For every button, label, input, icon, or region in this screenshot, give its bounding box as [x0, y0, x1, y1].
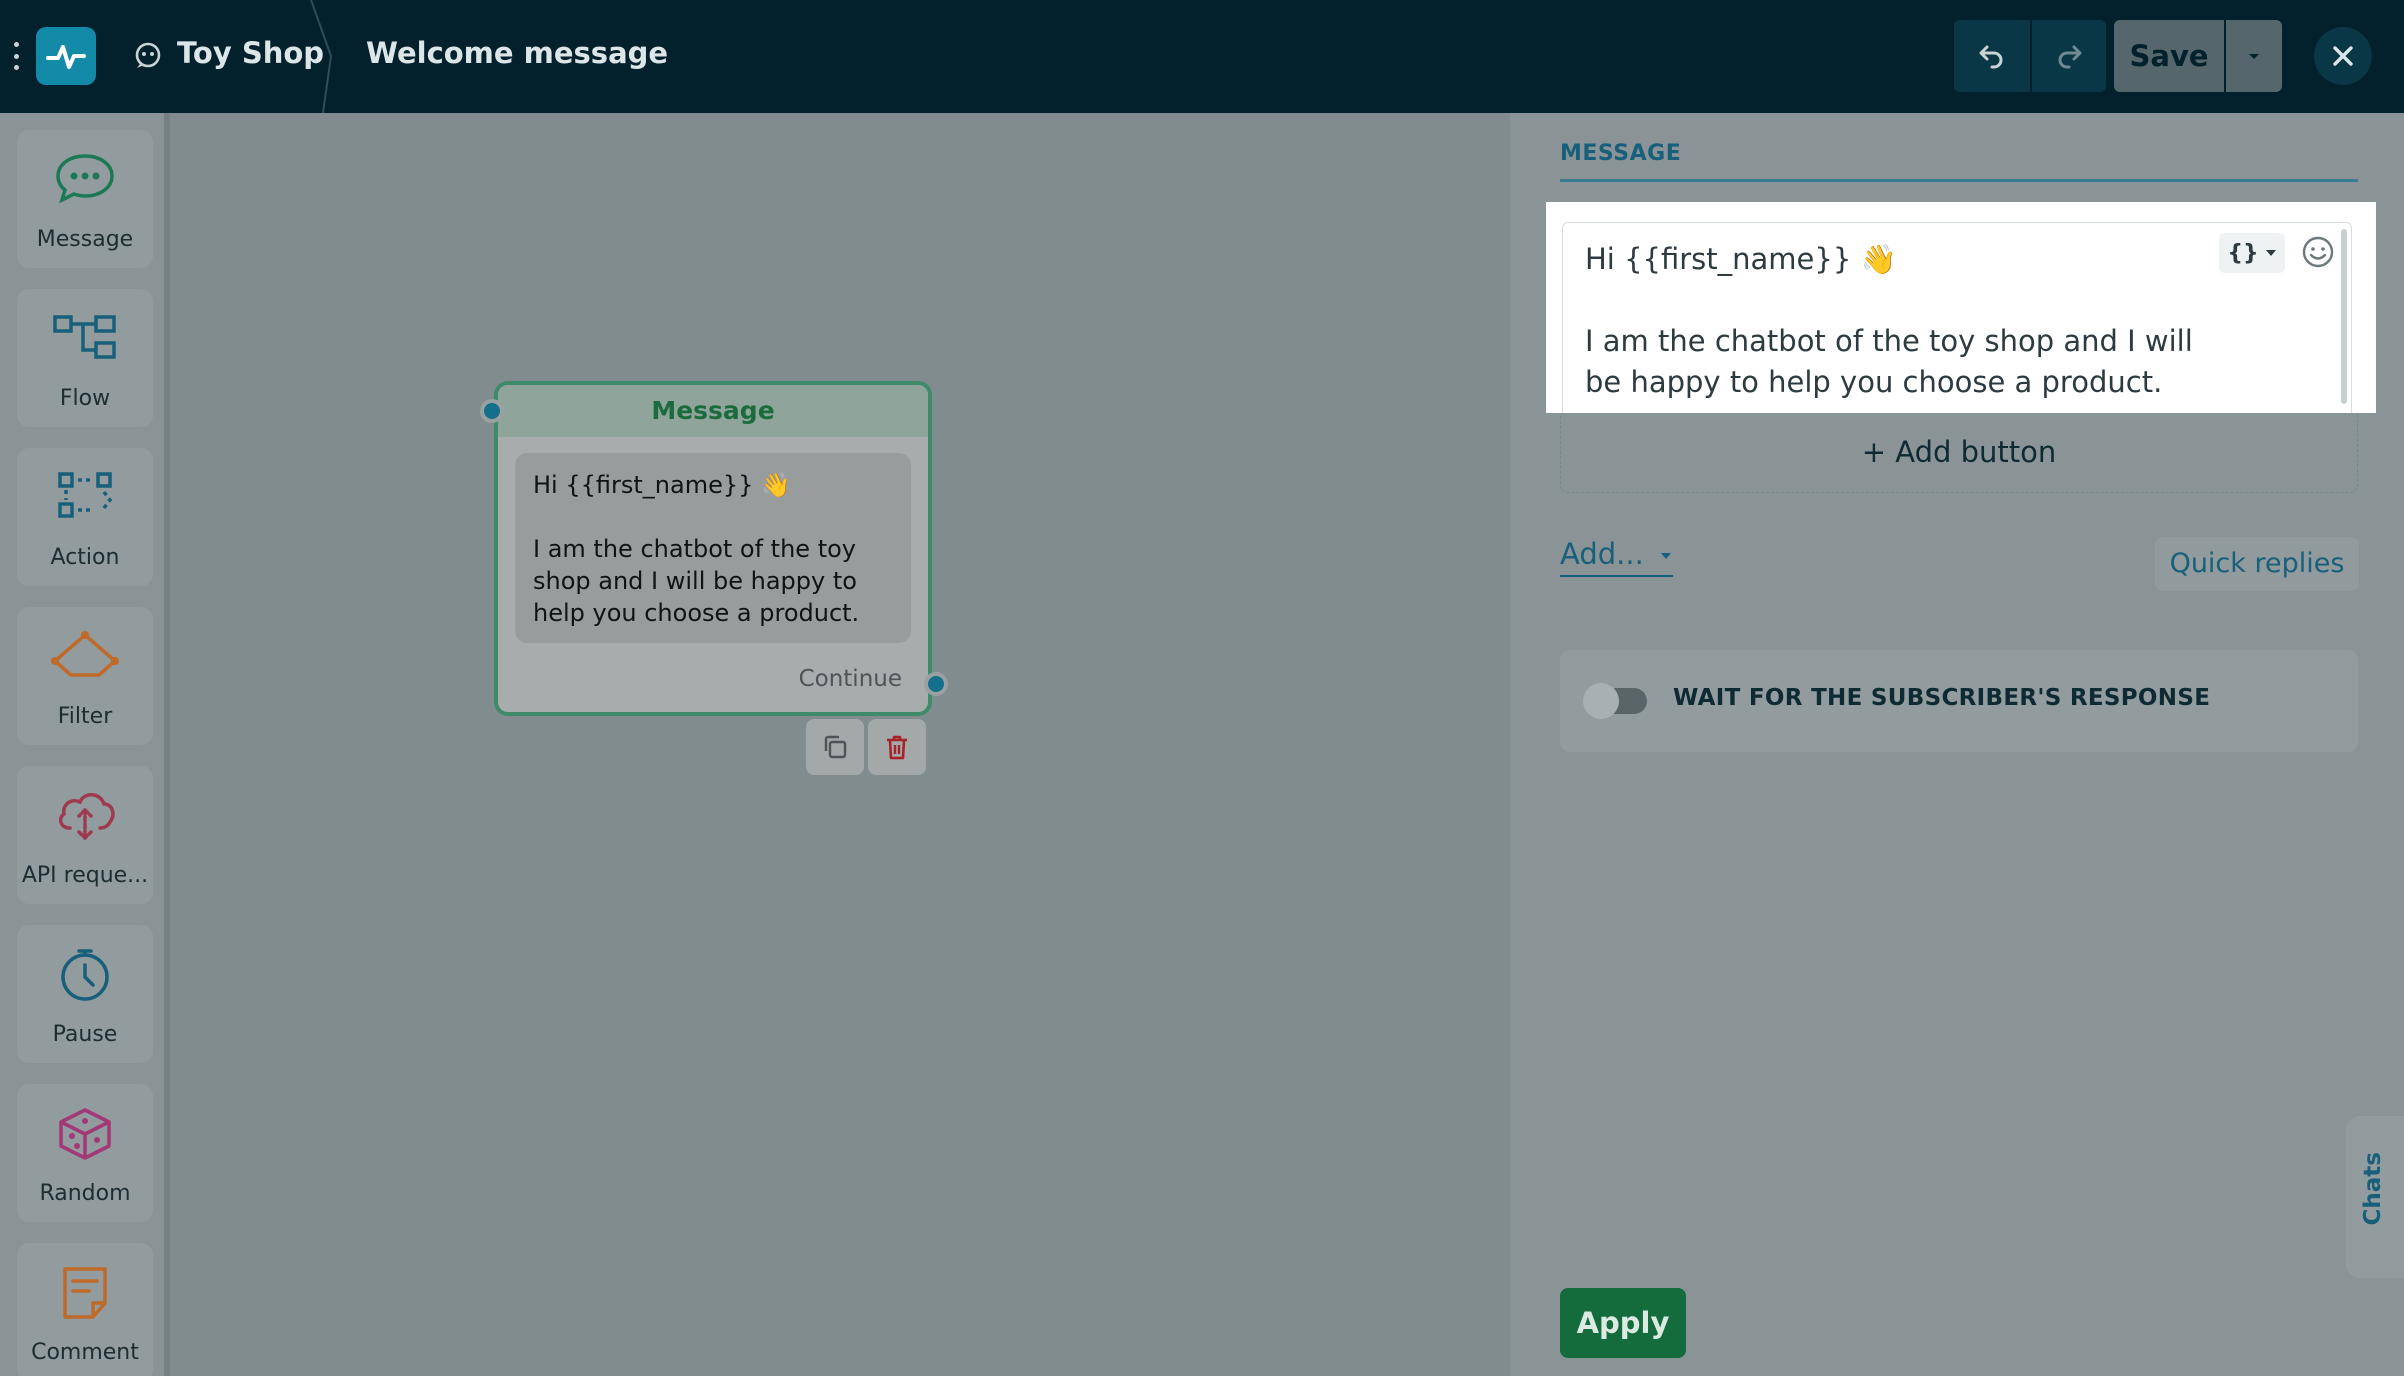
more-menu-icon[interactable] — [13, 42, 19, 70]
node-body: I am the chatbot of the toy shop and I w… — [533, 535, 860, 627]
chatbot-icon — [135, 42, 161, 68]
caret-down-icon — [1661, 553, 1672, 559]
add-more-label: Add... — [1560, 537, 1644, 571]
app-logo[interactable] — [36, 27, 96, 85]
save-group: Save — [2114, 20, 2282, 92]
node-continue-label: Continue — [798, 666, 902, 692]
wait-response-setting: WAIT FOR THE SUBSCRIBER'S RESPONSE — [1560, 650, 2358, 752]
trash-icon — [887, 735, 907, 760]
component-rail: Message Flow Action Filter API reque... … — [0, 113, 170, 1376]
flow-icon — [53, 315, 116, 359]
node-settings-panel: MESSAGE Hi {{first_name}} 👋 I am the cha… — [1510, 113, 2404, 1376]
toggle-knob — [1583, 683, 1619, 719]
rail-item-message[interactable]: Message — [17, 130, 153, 268]
rail-item-api-request[interactable]: API reque... — [17, 766, 153, 904]
panel-section-title: MESSAGE — [1560, 141, 1682, 166]
redo-icon — [2058, 45, 2082, 69]
dice-icon — [59, 1108, 111, 1160]
rail-item-pause[interactable]: Pause — [17, 925, 153, 1063]
top-bar: Toy Shop Welcome message Save — [0, 0, 2404, 113]
message-editor-container: Hi {{first_name}} 👋 I am the chatbot of … — [1546, 202, 2376, 413]
editor-body: I am the chatbot of the toy shop and I w… — [1585, 324, 2193, 399]
redo-button[interactable] — [2030, 20, 2106, 92]
wait-response-toggle[interactable] — [1583, 683, 1647, 719]
save-options-button[interactable] — [2224, 20, 2282, 92]
breadcrumb-separator — [310, 0, 333, 113]
undo-icon — [1979, 45, 2003, 69]
message-text[interactable]: Hi {{first_name}} 👋 I am the chatbot of … — [1585, 239, 2225, 403]
rail-item-label: Random — [39, 1181, 131, 1206]
node-title: Message — [498, 385, 928, 437]
rail-item-filter[interactable]: Filter — [17, 607, 153, 745]
variable-braces-icon: {} — [2227, 240, 2259, 266]
chats-side-tab[interactable]: Chats — [2346, 1116, 2404, 1278]
rail-item-flow[interactable]: Flow — [17, 289, 153, 427]
rail-item-random[interactable]: Random — [17, 1084, 153, 1222]
rail-item-label: Pause — [52, 1022, 118, 1047]
caret-down-icon — [2249, 54, 2259, 59]
rail-item-label: Filter — [57, 704, 113, 729]
close-icon — [2333, 46, 2353, 66]
clock-icon — [61, 949, 109, 1001]
rail-item-label: API reque... — [21, 863, 149, 888]
chats-tab-label: Chats — [2360, 1152, 2386, 1226]
node-actions — [806, 719, 926, 775]
bot-name[interactable]: Toy Shop — [177, 36, 324, 70]
undo-button[interactable] — [1954, 20, 2030, 92]
rail-item-label: Comment — [31, 1340, 139, 1365]
wait-response-label: WAIT FOR THE SUBSCRIBER'S RESPONSE — [1673, 685, 2211, 711]
rail-item-label: Action — [50, 545, 120, 570]
quick-replies-button[interactable]: Quick replies — [2155, 537, 2359, 591]
add-more-dropdown[interactable]: Add... — [1560, 537, 1674, 577]
insert-variable-button[interactable]: {} — [2219, 233, 2285, 273]
delete-node-button[interactable] — [868, 719, 926, 775]
add-button[interactable]: + Add button — [1560, 413, 2358, 493]
comment-note-icon — [63, 1267, 107, 1319]
copy-icon — [824, 735, 847, 759]
pulse-logo-icon — [46, 45, 86, 69]
message-editor[interactable]: Hi {{first_name}} 👋 I am the chatbot of … — [1562, 222, 2352, 413]
duplicate-node-button[interactable] — [806, 719, 864, 775]
continue-output-port[interactable] — [924, 672, 948, 696]
node-greeting: Hi {{first_name}} 👋 — [533, 471, 791, 499]
rail-item-comment[interactable]: Comment — [17, 1243, 153, 1376]
close-button[interactable] — [2314, 27, 2372, 85]
rail-item-label: Flow — [59, 386, 111, 411]
message-bubble-icon — [56, 154, 114, 204]
flow-name[interactable]: Welcome message — [366, 36, 668, 70]
filter-icon — [51, 631, 119, 677]
message-node[interactable]: Message Hi {{first_name}} 👋 I am the cha… — [480, 381, 948, 716]
apply-button[interactable]: Apply — [1560, 1288, 1686, 1358]
input-port[interactable] — [480, 399, 504, 423]
emoji-icon[interactable] — [2301, 235, 2335, 269]
editor-greeting: Hi {{first_name}} 👋 — [1585, 242, 1897, 276]
api-cloud-icon — [58, 793, 115, 841]
panel-title-divider — [1560, 179, 2358, 182]
node-message-bubble[interactable]: Hi {{first_name}} 👋 I am the chatbot of … — [515, 453, 911, 643]
history-controls — [1954, 20, 2106, 92]
save-button[interactable]: Save — [2114, 20, 2224, 92]
rail-item-action[interactable]: Action — [17, 448, 153, 586]
caret-down-icon — [2265, 250, 2276, 256]
action-icon — [58, 472, 113, 518]
rail-item-label: Message — [36, 227, 134, 252]
editor-scrollbar[interactable] — [2341, 229, 2347, 404]
